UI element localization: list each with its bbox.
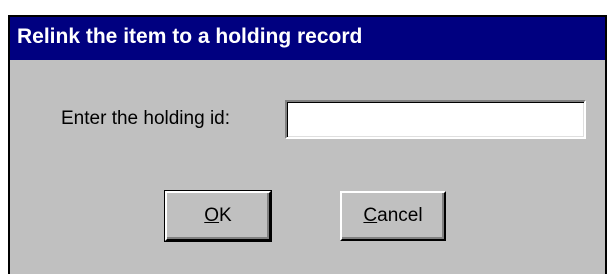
cancel-label-rest: ancel: [377, 205, 423, 226]
relink-dialog: Relink the item to a holding record Ente…: [8, 15, 607, 274]
ok-mnemonic: O: [204, 205, 220, 226]
ok-button-label: OK: [204, 205, 231, 227]
ok-label-rest: K: [219, 205, 232, 226]
cancel-button[interactable]: Cancel: [340, 191, 446, 241]
dialog-title: Relink the item to a holding record: [17, 25, 363, 48]
dialog-titlebar[interactable]: Relink the item to a holding record: [10, 17, 605, 60]
cancel-button-label: Cancel: [363, 205, 422, 227]
holding-id-input[interactable]: [285, 100, 586, 139]
holding-id-label: Enter the holding id:: [61, 108, 231, 129]
cancel-mnemonic: C: [363, 205, 378, 226]
ok-button[interactable]: OK: [164, 190, 272, 242]
